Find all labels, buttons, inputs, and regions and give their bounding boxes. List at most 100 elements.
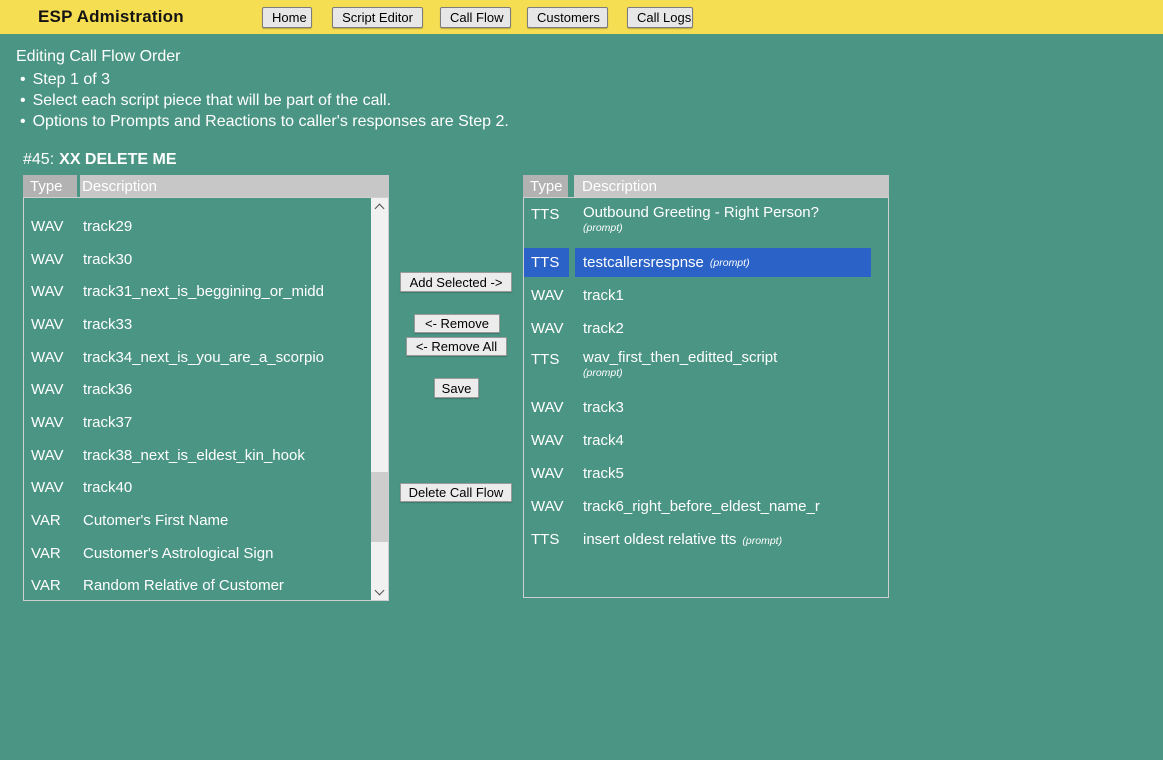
chevron-up-icon bbox=[375, 204, 385, 214]
list-item[interactable]: WAV track6_right_before_eldest_name_r bbox=[524, 490, 871, 523]
list-item[interactable]: WAV track3 bbox=[524, 391, 871, 424]
item-type: WAV bbox=[24, 316, 78, 333]
list-item[interactable]: WAVtrack31_next_is_beggining_or_midd bbox=[24, 275, 373, 308]
item-description: insert oldest relative tts(prompt) bbox=[575, 531, 871, 548]
list-item[interactable]: WAVtrack38_next_is_eldest_kin_hook bbox=[24, 439, 373, 472]
list-item[interactable]: WAV track5 bbox=[524, 457, 871, 490]
item-type: WAV bbox=[24, 414, 78, 431]
list-item-selected[interactable]: TTS testcallersrespnse(prompt) bbox=[524, 248, 871, 277]
prompt-note: (prompt) bbox=[583, 367, 871, 379]
item-type: WAV bbox=[24, 251, 78, 268]
add-selected-button[interactable]: Add Selected -> bbox=[400, 272, 512, 292]
item-description: track34_next_is_you_are_a_scorpio bbox=[81, 349, 373, 366]
list-item[interactable]: WAVtrack36 bbox=[24, 373, 373, 406]
item-description: Customer's Astrological Sign bbox=[81, 545, 373, 562]
item-description: track40 bbox=[81, 479, 373, 496]
item-description: track29 bbox=[81, 218, 373, 235]
list-item[interactable]: VARRandom Relative of Customer bbox=[24, 570, 373, 601]
nav-button-customers[interactable]: Customers bbox=[527, 7, 608, 28]
list-item[interactable]: TTS insert oldest relative tts(prompt) bbox=[524, 523, 871, 556]
list-item[interactable]: WAVtrack40 bbox=[24, 472, 373, 505]
item-description: track5 bbox=[575, 465, 871, 482]
available-scripts-rows: WAVtrack29 WAVtrack30 WAVtrack31_next_is… bbox=[24, 198, 373, 601]
item-type: WAV bbox=[524, 432, 569, 449]
item-description: track37 bbox=[81, 414, 373, 431]
list-item[interactable]: WAVtrack34_next_is_you_are_a_scorpio bbox=[24, 341, 373, 374]
item-type: TTS bbox=[524, 248, 569, 277]
item-description: track1 bbox=[575, 287, 871, 304]
list-item[interactable]: WAVtrack37 bbox=[24, 406, 373, 439]
nav-button-home[interactable]: Home bbox=[262, 7, 312, 28]
item-type: WAV bbox=[24, 218, 78, 235]
list-item[interactable]: WAVtrack33 bbox=[24, 308, 373, 341]
nav-button-call-flow[interactable]: Call Flow bbox=[440, 7, 511, 28]
call-flow-name: XX DELETE ME bbox=[59, 151, 176, 168]
list-item[interactable]: TTS wav_first_then_editted_script(prompt… bbox=[524, 345, 871, 391]
available-scripts-panel: Type Description WAVtrack29 WAVtrack30 W… bbox=[23, 175, 389, 601]
item-description: track3 bbox=[575, 399, 871, 416]
list-item[interactable]: WAV track1 bbox=[524, 279, 871, 312]
prompt-note: (prompt) bbox=[583, 222, 871, 234]
item-type: TTS bbox=[524, 531, 569, 548]
column-header-type: Type bbox=[23, 175, 77, 197]
item-type: WAV bbox=[24, 349, 78, 366]
available-scripts-header: Type Description bbox=[23, 175, 389, 197]
item-type: WAV bbox=[24, 479, 78, 496]
prompt-note: (prompt) bbox=[710, 257, 750, 269]
call-flow-panel: Type Description TTS Outbound Greeting -… bbox=[523, 175, 889, 598]
call-flow-id: #45: bbox=[23, 151, 54, 168]
call-flow-rows: TTS Outbound Greeting - Right Person?(pr… bbox=[524, 198, 871, 556]
item-type: VAR bbox=[24, 545, 78, 562]
scroll-up-button[interactable] bbox=[371, 198, 388, 215]
list-item[interactable]: WAV track2 bbox=[524, 312, 871, 345]
scrollbar-thumb[interactable] bbox=[371, 472, 388, 542]
app-title: ESP Admistration bbox=[38, 7, 184, 27]
remove-all-button[interactable]: <- Remove All bbox=[406, 337, 507, 356]
item-description: track2 bbox=[575, 320, 871, 337]
item-description: track31_next_is_beggining_or_midd bbox=[81, 283, 373, 300]
item-type: TTS bbox=[524, 349, 569, 368]
item-type: TTS bbox=[524, 204, 569, 223]
item-description: testcallersrespnse(prompt) bbox=[575, 248, 871, 277]
top-nav-bar: ESP Admistration Home Script Editor Call… bbox=[0, 0, 1163, 34]
item-type: WAV bbox=[24, 283, 78, 300]
item-description: track30 bbox=[81, 251, 373, 268]
list-item[interactable]: WAVtrack29 bbox=[24, 210, 373, 243]
column-header-description: Description bbox=[574, 175, 889, 197]
call-flow-title: #45: XX DELETE ME bbox=[23, 151, 177, 169]
item-description: track33 bbox=[81, 316, 373, 333]
column-header-type: Type bbox=[523, 175, 568, 197]
item-description: track36 bbox=[81, 381, 373, 398]
column-header-description: Description bbox=[80, 175, 389, 197]
call-flow-listbox: TTS Outbound Greeting - Right Person?(pr… bbox=[523, 197, 889, 598]
nav-button-call-logs[interactable]: Call Logs bbox=[627, 7, 693, 28]
item-type: WAV bbox=[24, 447, 78, 464]
item-type: WAV bbox=[524, 320, 569, 337]
list-item[interactable]: WAVtrack30 bbox=[24, 243, 373, 276]
item-type: VAR bbox=[24, 577, 78, 594]
list-item[interactable]: VARCutomer's First Name bbox=[24, 504, 373, 537]
item-description: track4 bbox=[575, 432, 871, 449]
instruction-options: Options to Prompts and Reactions to call… bbox=[20, 111, 509, 132]
item-type: WAV bbox=[524, 287, 569, 304]
item-type: WAV bbox=[524, 498, 569, 515]
list-item[interactable]: WAV track4 bbox=[524, 424, 871, 457]
item-description: Random Relative of Customer bbox=[81, 577, 373, 594]
list-item[interactable]: VARCustomer's Astrological Sign bbox=[24, 537, 373, 570]
item-type: WAV bbox=[524, 399, 569, 416]
page-title: Editing Call Flow Order bbox=[16, 48, 181, 66]
scroll-down-button[interactable] bbox=[371, 583, 388, 600]
list-item[interactable]: TTS Outbound Greeting - Right Person?(pr… bbox=[524, 200, 871, 246]
item-description: wav_first_then_editted_script(prompt) bbox=[575, 349, 871, 379]
save-button[interactable]: Save bbox=[434, 378, 479, 398]
delete-call-flow-button[interactable]: Delete Call Flow bbox=[400, 483, 512, 502]
nav-button-script-editor[interactable]: Script Editor bbox=[332, 7, 423, 28]
item-description: track38_next_is_eldest_kin_hook bbox=[81, 447, 373, 464]
page: ESP Admistration Home Script Editor Call… bbox=[0, 0, 1163, 760]
item-description: Outbound Greeting - Right Person?(prompt… bbox=[575, 204, 871, 234]
prompt-note: (prompt) bbox=[742, 535, 782, 547]
vertical-scrollbar[interactable] bbox=[371, 198, 388, 600]
item-type: VAR bbox=[24, 512, 78, 529]
instruction-select: Select each script piece that will be pa… bbox=[20, 90, 509, 111]
remove-button[interactable]: <- Remove bbox=[414, 314, 500, 333]
